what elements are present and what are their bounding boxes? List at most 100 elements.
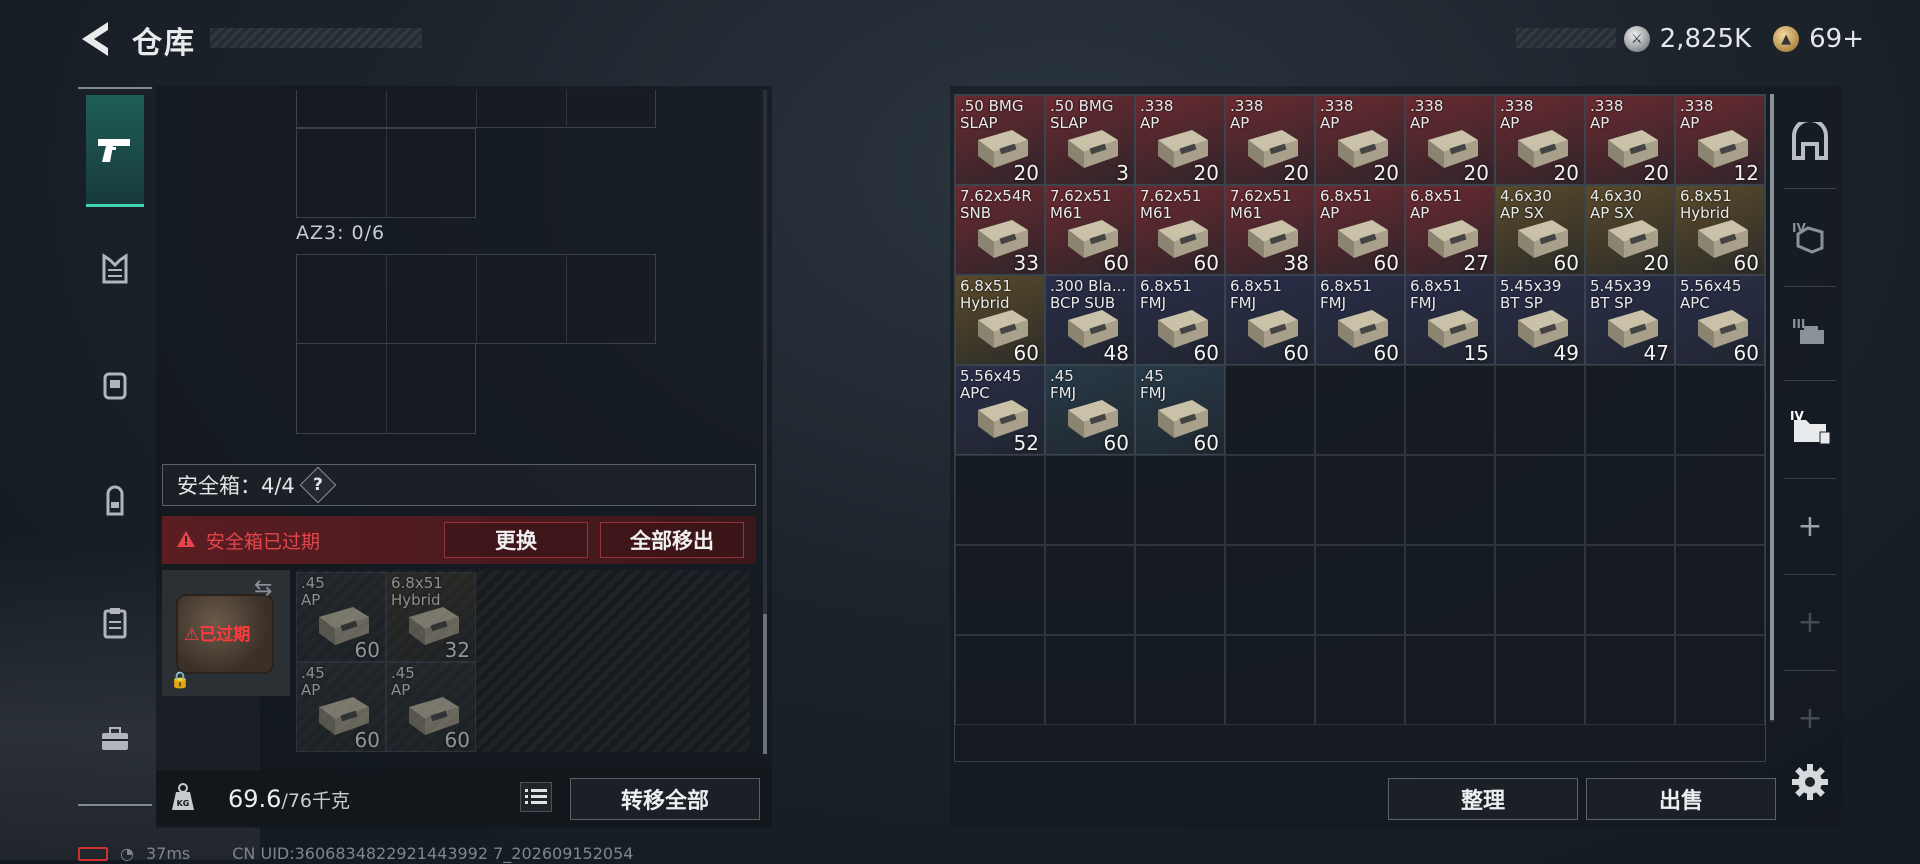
warehouse-item[interactable]: 7.62x51 M61 38: [1225, 185, 1315, 275]
replace-button[interactable]: 更换: [444, 522, 588, 558]
list-view-button[interactable]: [520, 782, 552, 812]
warehouse-item[interactable]: 7.62x51 M61 60: [1135, 185, 1225, 275]
warehouse-item[interactable]: .338 AP 20: [1225, 95, 1315, 185]
warehouse-item[interactable]: .338 AP 20: [1405, 95, 1495, 185]
item-name: 7.62x51 M61: [1050, 187, 1112, 222]
warehouse-cell[interactable]: [1495, 455, 1585, 545]
warehouse-cell[interactable]: [1135, 635, 1225, 725]
warehouse-item[interactable]: 6.8x51 AP 27: [1405, 185, 1495, 275]
nav-backpack[interactable]: [86, 472, 144, 530]
warehouse-tab-4[interactable]: IV: [1784, 210, 1836, 262]
warehouse-item[interactable]: 5.56x45 APC 60: [1675, 275, 1765, 365]
warehouse-cell[interactable]: [1495, 635, 1585, 725]
warehouse-cell[interactable]: [1495, 365, 1585, 455]
item-count: 20: [1373, 161, 1399, 185]
warehouse-item[interactable]: .338 AP 20: [1135, 95, 1225, 185]
item-count: 20: [1013, 161, 1039, 185]
warehouse-cell[interactable]: [1135, 455, 1225, 545]
left-scroll-thumb[interactable]: [763, 614, 767, 754]
safebox-item[interactable]: .45 AP 60: [296, 662, 386, 752]
warehouse-cell[interactable]: [1405, 365, 1495, 455]
warehouse-cell[interactable]: [1045, 545, 1135, 635]
warehouse-item[interactable]: 5.45x39 BT SP 47: [1585, 275, 1675, 365]
warehouse-cell[interactable]: [1675, 455, 1765, 545]
tab-divider: [1784, 478, 1836, 479]
back-arrow-icon[interactable]: [78, 20, 114, 58]
warehouse-cell[interactable]: [955, 545, 1045, 635]
warehouse-item[interactable]: .338 AP 20: [1585, 95, 1675, 185]
warehouse-cell[interactable]: [1225, 545, 1315, 635]
warehouse-item[interactable]: 6.8x51 Hybrid 60: [1675, 185, 1765, 275]
item-count: 12: [1733, 161, 1759, 185]
warehouse-item[interactable]: 6.8x51 FMJ 60: [1225, 275, 1315, 365]
warehouse-item[interactable]: .338 AP 20: [1495, 95, 1585, 185]
warehouse-item[interactable]: 6.8x51 FMJ 60: [1135, 275, 1225, 365]
warehouse-cell[interactable]: [1585, 365, 1675, 455]
warehouse-scroll-thumb[interactable]: [1770, 94, 1774, 720]
warehouse-item[interactable]: .300 Bla... BCP SUB 48: [1045, 275, 1135, 365]
warehouse-item[interactable]: 5.56x45 APC 52: [955, 365, 1045, 455]
warehouse-tab-main[interactable]: [1784, 116, 1836, 168]
warehouse-item[interactable]: .338 AP 20: [1315, 95, 1405, 185]
warehouse-cell[interactable]: [1405, 455, 1495, 545]
nav-weapons[interactable]: [86, 95, 144, 207]
warehouse-item[interactable]: .50 BMG SLAP 20: [955, 95, 1045, 185]
warehouse-cell[interactable]: [1315, 545, 1405, 635]
warehouse-cell[interactable]: [1315, 365, 1405, 455]
warehouse-cell[interactable]: [1045, 455, 1135, 545]
item-count: 52: [1013, 431, 1039, 455]
warehouse-item[interactable]: 6.8x51 Hybrid 60: [955, 275, 1045, 365]
toolbox-icon: [102, 727, 128, 750]
nav-toolbox[interactable]: [86, 710, 144, 768]
warehouse-cell[interactable]: [1315, 635, 1405, 725]
safebox-item[interactable]: .45 AP 60: [296, 572, 386, 662]
safebox-item[interactable]: 6.8x51 Hybrid 32: [386, 572, 476, 662]
nav-chest-rig[interactable]: [86, 356, 144, 414]
warehouse-item[interactable]: .338 AP 12: [1675, 95, 1765, 185]
sort-button[interactable]: 整理: [1388, 778, 1578, 820]
warehouse-cell[interactable]: [1675, 365, 1765, 455]
help-button[interactable]: ?: [299, 466, 337, 504]
swap-icon[interactable]: ⇆: [254, 576, 272, 601]
warehouse-cell[interactable]: [1495, 545, 1585, 635]
warehouse-cell[interactable]: [1225, 365, 1315, 455]
warehouse-cell[interactable]: [1585, 455, 1675, 545]
transfer-all-button[interactable]: 转移全部: [570, 778, 760, 820]
grid-divider: [566, 254, 567, 344]
warehouse-item[interactable]: 4.6x30 AP SX 20: [1585, 185, 1675, 275]
warehouse-item[interactable]: 7.62x54R SNB 33: [955, 185, 1045, 275]
warehouse-item[interactable]: 6.8x51 AP 60: [1315, 185, 1405, 275]
warehouse-item[interactable]: .45 FMJ 60: [1135, 365, 1225, 455]
warehouse-item[interactable]: 5.45x39 BT SP 49: [1495, 275, 1585, 365]
warehouse-cell[interactable]: [1405, 545, 1495, 635]
warehouse-cell[interactable]: [1315, 455, 1405, 545]
warehouse-item[interactable]: 6.8x51 FMJ 60: [1315, 275, 1405, 365]
warehouse-item[interactable]: 4.6x30 AP SX 60: [1495, 185, 1585, 275]
warehouse-item[interactable]: .50 BMG SLAP 3: [1045, 95, 1135, 185]
warehouse-cell[interactable]: [955, 635, 1045, 725]
warehouse-tab-4-active[interactable]: IV: [1784, 400, 1836, 452]
warehouse-cell[interactable]: [955, 455, 1045, 545]
warehouse-item[interactable]: .45 FMJ 60: [1045, 365, 1135, 455]
warehouse-cell[interactable]: [1225, 635, 1315, 725]
warehouse-item[interactable]: 7.62x51 M61 60: [1045, 185, 1135, 275]
warehouse-cell[interactable]: [1675, 545, 1765, 635]
nav-armor-vest[interactable]: [86, 240, 144, 298]
warehouse-cell[interactable]: [1225, 455, 1315, 545]
settings-gear-icon[interactable]: [1790, 762, 1830, 802]
warehouse-cell[interactable]: [1675, 635, 1765, 725]
warehouse-cell[interactable]: [1585, 635, 1675, 725]
sell-button[interactable]: 出售: [1586, 778, 1776, 820]
nav-secure-container[interactable]: [86, 594, 144, 652]
remove-all-button[interactable]: 全部移出: [600, 522, 744, 558]
warehouse-cell[interactable]: [1585, 545, 1675, 635]
warehouse-cell[interactable]: [1405, 635, 1495, 725]
add-tab-button[interactable]: +: [1784, 500, 1836, 552]
safebox-item[interactable]: .45 AP 60: [386, 662, 476, 752]
warehouse-cell[interactable]: [1045, 635, 1135, 725]
item-count: 20: [1553, 161, 1579, 185]
warehouse-tab-3[interactable]: III: [1784, 306, 1836, 358]
warehouse-cell[interactable]: [1135, 545, 1225, 635]
list-icon: [525, 789, 547, 804]
warehouse-item[interactable]: 6.8x51 FMJ 15: [1405, 275, 1495, 365]
